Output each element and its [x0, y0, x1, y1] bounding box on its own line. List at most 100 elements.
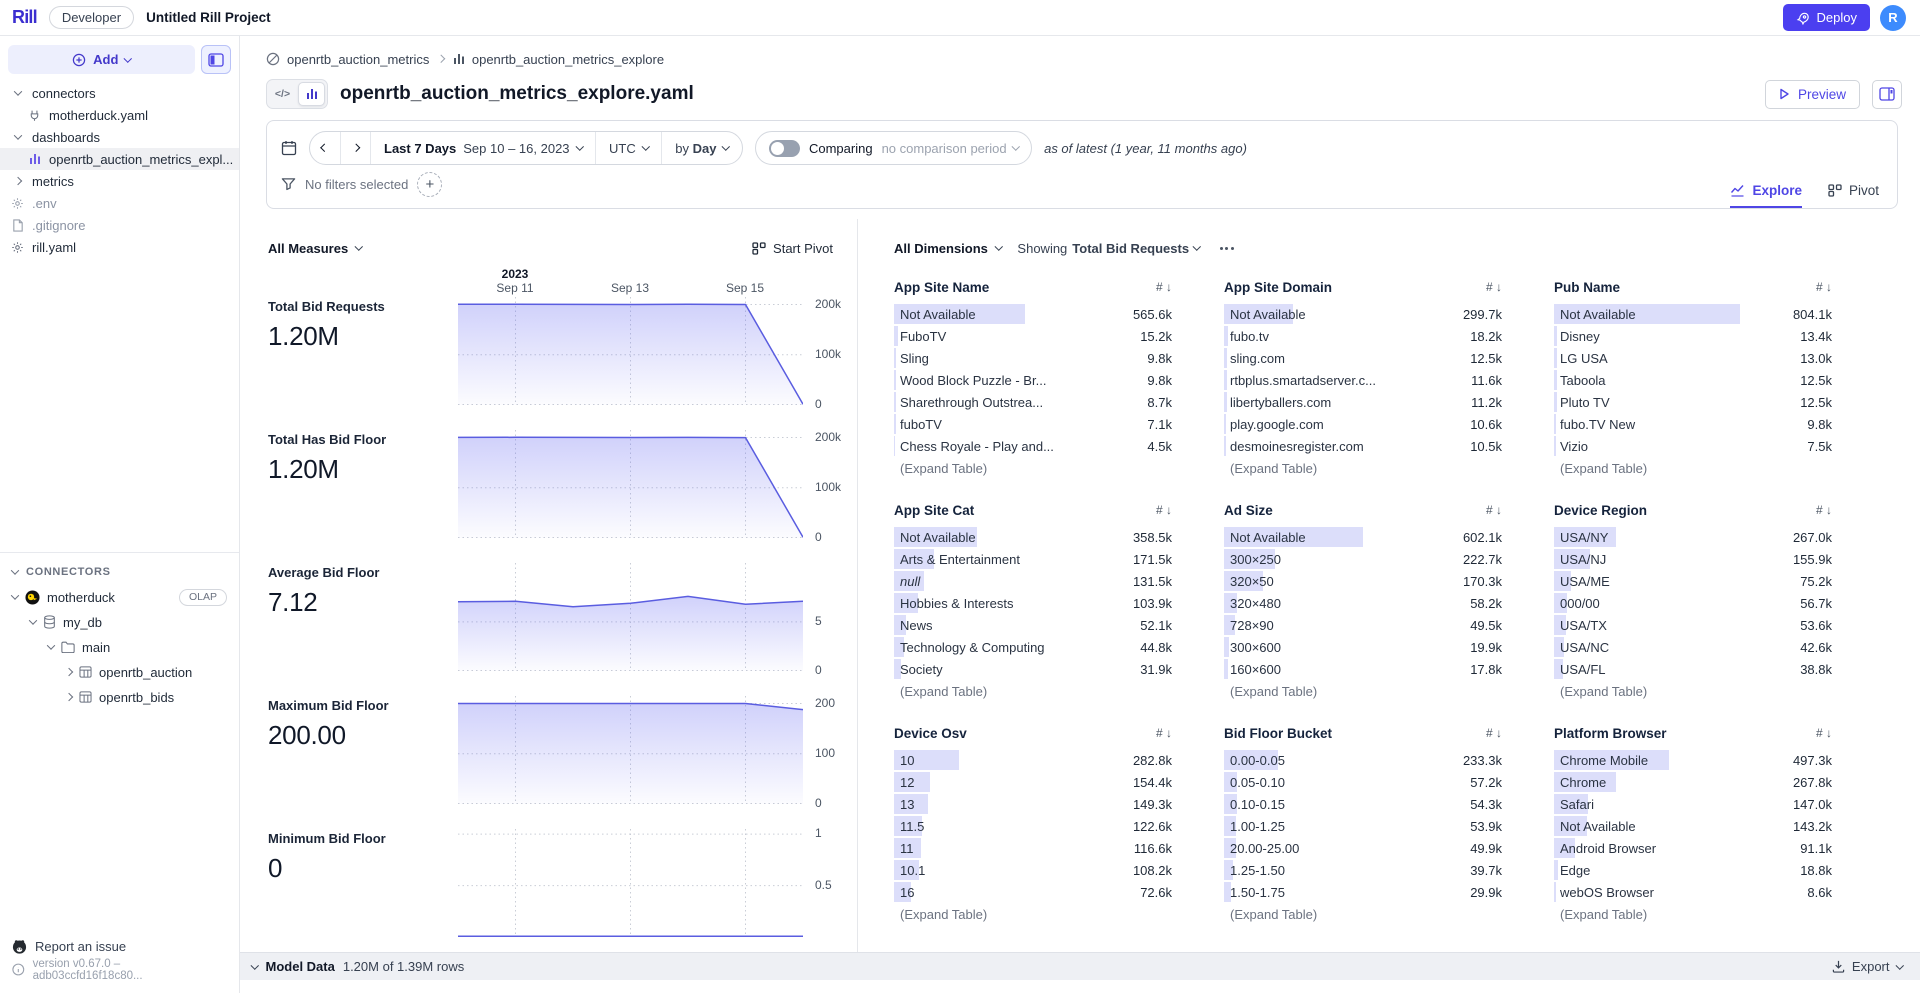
leaderboard-row-edge[interactable]: Edge18.8k: [1554, 859, 1832, 881]
leaderboard-row-11-5[interactable]: 11.5122.6k: [894, 815, 1172, 837]
sort-control[interactable]: # ↓: [1156, 280, 1172, 294]
tab-explore[interactable]: Explore: [1730, 183, 1802, 208]
sort-control[interactable]: # ↓: [1816, 280, 1832, 294]
leaderboard-row-usa-nc[interactable]: USA/NC42.6k: [1554, 636, 1832, 658]
expand-table-link[interactable]: (Expand Table): [1224, 907, 1502, 922]
comparison-period-selector[interactable]: no comparison period: [882, 141, 1019, 156]
leaderboard-row-not-available[interactable]: Not Available299.7k: [1224, 303, 1502, 325]
leaderboard-row-safari[interactable]: Safari147.0k: [1554, 793, 1832, 815]
sort-control[interactable]: # ↓: [1816, 726, 1832, 740]
leaderboard-row-taboola[interactable]: Taboola12.5k: [1554, 369, 1832, 391]
expand-table-link[interactable]: (Expand Table): [1224, 684, 1502, 699]
collapse-sidebar-button[interactable]: [201, 45, 231, 74]
sort-control[interactable]: # ↓: [1486, 503, 1502, 517]
viz-view-button[interactable]: [298, 82, 325, 106]
all-measures-selector[interactable]: All Measures: [268, 241, 362, 256]
connector-motherduck[interactable]: motherduck OLAP: [0, 585, 239, 610]
leaderboard-row-wood-block-puzzle-br[interactable]: Wood Block Puzzle - Br...9.8k: [894, 369, 1172, 391]
area-chart-maximum-bid-floor[interactable]: [458, 696, 803, 804]
sidebar-item-motherduck-yaml[interactable]: motherduck.yaml: [0, 104, 239, 126]
leaderboard-row-not-available[interactable]: Not Available358.5k: [894, 526, 1172, 548]
sidebar-item-connectors[interactable]: connectors: [0, 82, 239, 104]
leaderboard-row-1-25-1-50[interactable]: 1.25-1.5039.7k: [1224, 859, 1502, 881]
leaderboard-row-rtbplus-smartadserver-c[interactable]: rtbplus.smartadserver.c...11.6k: [1224, 369, 1502, 391]
sort-control[interactable]: # ↓: [1486, 280, 1502, 294]
leaderboard-row-hobbies-interests[interactable]: Hobbies & Interests103.9k: [894, 592, 1172, 614]
leaderboard-row-0-05-0-10[interactable]: 0.05-0.1057.2k: [1224, 771, 1502, 793]
preview-button[interactable]: Preview: [1765, 80, 1860, 109]
leaderboard-row-usa-tx[interactable]: USA/TX53.6k: [1554, 614, 1832, 636]
expand-table-link[interactable]: (Expand Table): [1554, 907, 1832, 922]
breadcrumb-explore[interactable]: openrtb_auction_metrics_explore: [453, 52, 664, 67]
leaderboard-title[interactable]: App Site Domain: [1224, 280, 1332, 295]
start-pivot-button[interactable]: Start Pivot: [752, 241, 833, 256]
comparing-toggle[interactable]: [769, 140, 800, 157]
time-range-selector[interactable]: Last 7 Days Sep 10 – 16, 2023: [370, 132, 595, 164]
leaderboard-title[interactable]: Pub Name: [1554, 280, 1620, 295]
measure-label[interactable]: Total Has Bid Floor: [268, 432, 458, 447]
leaderboard-row-0-00-0-05[interactable]: 0.00-0.05233.3k: [1224, 749, 1502, 771]
sidebar-item-gitignore[interactable]: .gitignore: [0, 214, 239, 236]
sort-control[interactable]: # ↓: [1156, 726, 1172, 740]
time-range-back-button[interactable]: [310, 132, 340, 164]
leaderboard-row-not-available[interactable]: Not Available143.2k: [1554, 815, 1832, 837]
leaderboard-row-1-00-1-25[interactable]: 1.00-1.2553.9k: [1224, 815, 1502, 837]
avatar[interactable]: R: [1880, 5, 1906, 31]
leaderboard-row-news[interactable]: News52.1k: [894, 614, 1172, 636]
leaderboard-row-13[interactable]: 13149.3k: [894, 793, 1172, 815]
leaderboard-row-fubo-tv-new[interactable]: fubo.TV New9.8k: [1554, 413, 1832, 435]
area-chart-total-has-bid-floor[interactable]: [458, 430, 803, 538]
sidebar-item-metrics[interactable]: metrics: [0, 170, 239, 192]
area-chart-average-bid-floor[interactable]: [458, 563, 803, 671]
showing-measure-selector[interactable]: Showing Total Bid Requests: [1017, 241, 1199, 256]
leaderboard-title[interactable]: Bid Floor Bucket: [1224, 726, 1332, 741]
leaderboard-row-fubotv[interactable]: fuboTV7.1k: [894, 413, 1172, 435]
code-view-button[interactable]: </>: [269, 82, 296, 106]
sidebar-item-openrtb-auction-metrics-explore[interactable]: openrtb_auction_metrics_expl...: [0, 148, 239, 170]
report-issue-link[interactable]: Report an issue: [12, 935, 227, 958]
database-my-db[interactable]: my_db: [0, 610, 239, 635]
leaderboard-row-android-browser[interactable]: Android Browser91.1k: [1554, 837, 1832, 859]
add-button[interactable]: Add: [8, 45, 195, 74]
leaderboard-row-play-google-com[interactable]: play.google.com10.6k: [1224, 413, 1502, 435]
sidebar-item-env[interactable]: .env: [0, 192, 239, 214]
leaderboard-row-sling-com[interactable]: sling.com12.5k: [1224, 347, 1502, 369]
sort-control[interactable]: # ↓: [1816, 503, 1832, 517]
leaderboard-row-not-available[interactable]: Not Available565.6k: [894, 303, 1172, 325]
leaderboard-row-desmoinesregister-com[interactable]: desmoinesregister.com10.5k: [1224, 435, 1502, 457]
leaderboard-row-pluto-tv[interactable]: Pluto TV12.5k: [1554, 391, 1832, 413]
measure-label[interactable]: Minimum Bid Floor: [268, 831, 458, 846]
leaderboard-row-not-available[interactable]: Not Available804.1k: [1554, 303, 1832, 325]
leaderboard-row-300-250[interactable]: 300×250222.7k: [1224, 548, 1502, 570]
leaderboard-row-chrome[interactable]: Chrome267.8k: [1554, 771, 1832, 793]
leaderboard-row-null[interactable]: null131.5k: [894, 570, 1172, 592]
add-filter-button[interactable]: +: [417, 172, 442, 197]
sidebar-item-rill-yaml[interactable]: rill.yaml: [0, 236, 239, 258]
leaderboard-row-728-90[interactable]: 728×9049.5k: [1224, 614, 1502, 636]
leaderboard-row-160-600[interactable]: 160×60017.8k: [1224, 658, 1502, 680]
measure-label[interactable]: Total Bid Requests: [268, 299, 458, 314]
leaderboard-row-320-50[interactable]: 320×50170.3k: [1224, 570, 1502, 592]
area-chart-minimum-bid-floor[interactable]: [458, 829, 803, 937]
leaderboard-row-not-available[interactable]: Not Available602.1k: [1224, 526, 1502, 548]
leaderboard-row-usa-ny[interactable]: USA/NY267.0k: [1554, 526, 1832, 548]
sort-control[interactable]: # ↓: [1486, 726, 1502, 740]
expand-table-link[interactable]: (Expand Table): [894, 907, 1172, 922]
leaderboard-row-sharethrough-outstrea[interactable]: Sharethrough Outstrea...8.7k: [894, 391, 1172, 413]
leaderboard-row-000-00[interactable]: 000/0056.7k: [1554, 592, 1832, 614]
leaderboard-row-fubo-tv[interactable]: fubo.tv18.2k: [1224, 325, 1502, 347]
time-grain-selector[interactable]: by Day: [661, 132, 742, 164]
deploy-button[interactable]: Deploy: [1783, 4, 1870, 31]
leaderboard-title[interactable]: Platform Browser: [1554, 726, 1667, 741]
leaderboard-title[interactable]: Device Region: [1554, 503, 1647, 518]
leaderboard-title[interactable]: Device Osv: [894, 726, 967, 741]
expand-table-link[interactable]: (Expand Table): [1554, 461, 1832, 476]
leaderboard-row-chrome-mobile[interactable]: Chrome Mobile497.3k: [1554, 749, 1832, 771]
leaderboard-row-12[interactable]: 12154.4k: [894, 771, 1172, 793]
area-chart-total-bid-requests[interactable]: [458, 297, 803, 405]
tab-pivot[interactable]: Pivot: [1828, 183, 1879, 208]
connectors-section-header[interactable]: CONNECTORS: [0, 559, 239, 585]
leaderboard-row-society[interactable]: Society31.9k: [894, 658, 1172, 680]
schema-main[interactable]: main: [0, 635, 239, 660]
sort-control[interactable]: # ↓: [1156, 503, 1172, 517]
